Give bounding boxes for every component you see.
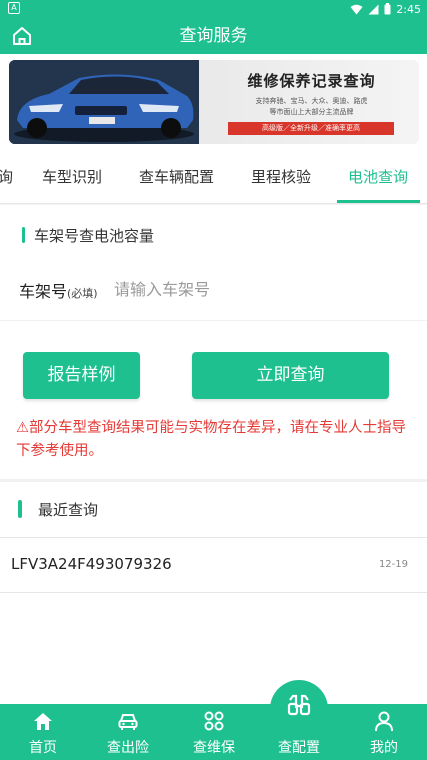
section-accent-bar: [18, 500, 22, 518]
active-tab-indicator: [337, 200, 420, 203]
user-icon: [375, 711, 393, 732]
recent-section-header: 最近查询: [0, 494, 98, 524]
nav-label-home: 首页: [29, 740, 57, 756]
nav-label-config: 查配置: [278, 740, 320, 756]
tab-mileage-check[interactable]: 里程核验: [251, 150, 311, 204]
car-icon: [118, 714, 138, 730]
tab-query-partial[interactable]: 询: [0, 150, 13, 204]
nav-item-maintenance[interactable]: 查维保: [171, 704, 257, 760]
tab-vehicle-config[interactable]: 查车辆配置: [139, 150, 214, 204]
battery-icon: [384, 3, 391, 15]
vin-input[interactable]: [114, 275, 404, 303]
page-title: 查询服务: [179, 26, 248, 46]
nav-label-insurance: 查出险: [107, 740, 149, 756]
list-item[interactable]: LFV3A24F493079326 12-19: [0, 537, 427, 593]
tab-bar: 询 车型识别 查车辆配置 里程核验 电池查询: [0, 150, 427, 204]
form-section-title: 车架号查电池容量: [34, 226, 155, 245]
clock: 2:45: [396, 2, 421, 16]
nav-item-insurance[interactable]: 查出险: [85, 704, 171, 760]
actions-area: 报告样例 立即查询 ⚠部分车型查询结果可能与实物存在差异，请在专业人士指导下参考…: [0, 321, 427, 479]
promo-banner[interactable]: 维修保养记录查询 支持奔驰、宝马、大众、奥迪、路虎 等市面山上大部分主流品牌 高…: [9, 60, 419, 144]
banner-subtitle-2: 等市面山上大部分主流品牌: [269, 108, 354, 116]
signal-icon: [368, 4, 379, 14]
section-accent-bar: [22, 227, 25, 243]
vin-label: 车架号(必填): [19, 278, 98, 302]
home-icon: [34, 713, 52, 730]
app-bar: 查询服务: [0, 18, 427, 54]
form-section-header: 车架号查电池容量: [0, 220, 154, 250]
binoculars-icon: [287, 694, 311, 716]
banner-tag: 高级版／全新升级／准确率更高: [228, 122, 394, 135]
tab-model-recognition[interactable]: 车型识别: [42, 150, 102, 204]
banner-subtitle-1: 支持奔驰、宝马、大众、奥迪、路虎: [255, 97, 368, 105]
app-notification-icon: A: [8, 2, 20, 14]
recent-section-title: 最近查询: [38, 500, 99, 519]
vin-label-text: 车架号: [19, 282, 68, 301]
tab-battery-query[interactable]: 电池查询: [348, 150, 408, 204]
bottom-nav: 首页 查出险 查维保 查配置 我的: [0, 694, 427, 760]
recent-date: 12-19: [378, 559, 408, 570]
car-image: [9, 60, 199, 144]
wifi-icon: [350, 4, 363, 14]
grid-icon: [204, 711, 224, 731]
nav-label-mine: 我的: [370, 740, 398, 756]
recent-queries: 最近查询 LFV3A24F493079326 12-19: [0, 482, 427, 704]
nav-item-config[interactable]: 查配置: [256, 694, 342, 760]
nav-label-maintenance: 查维保: [193, 740, 235, 756]
recent-vin: LFV3A24F493079326: [11, 555, 172, 573]
nav-item-home[interactable]: 首页: [0, 704, 86, 760]
banner-area: 维修保养记录查询 支持奔驰、宝马、大众、奥迪、路虎 等市面山上大部分主流品牌 高…: [0, 54, 427, 150]
sample-report-button[interactable]: 报告样例: [23, 352, 140, 399]
vin-required-hint: (必填): [67, 287, 98, 300]
nav-item-mine[interactable]: 我的: [341, 704, 427, 760]
status-bar: A 2:45: [0, 0, 427, 18]
warning-text: ⚠部分车型查询结果可能与实物存在差异，请在专业人士指导下参考使用。: [16, 420, 406, 459]
banner-title: 维修保养记录查询: [247, 72, 376, 90]
query-now-button[interactable]: 立即查询: [192, 352, 389, 399]
vin-form: 车架号查电池容量 车架号(必填): [0, 205, 427, 320]
